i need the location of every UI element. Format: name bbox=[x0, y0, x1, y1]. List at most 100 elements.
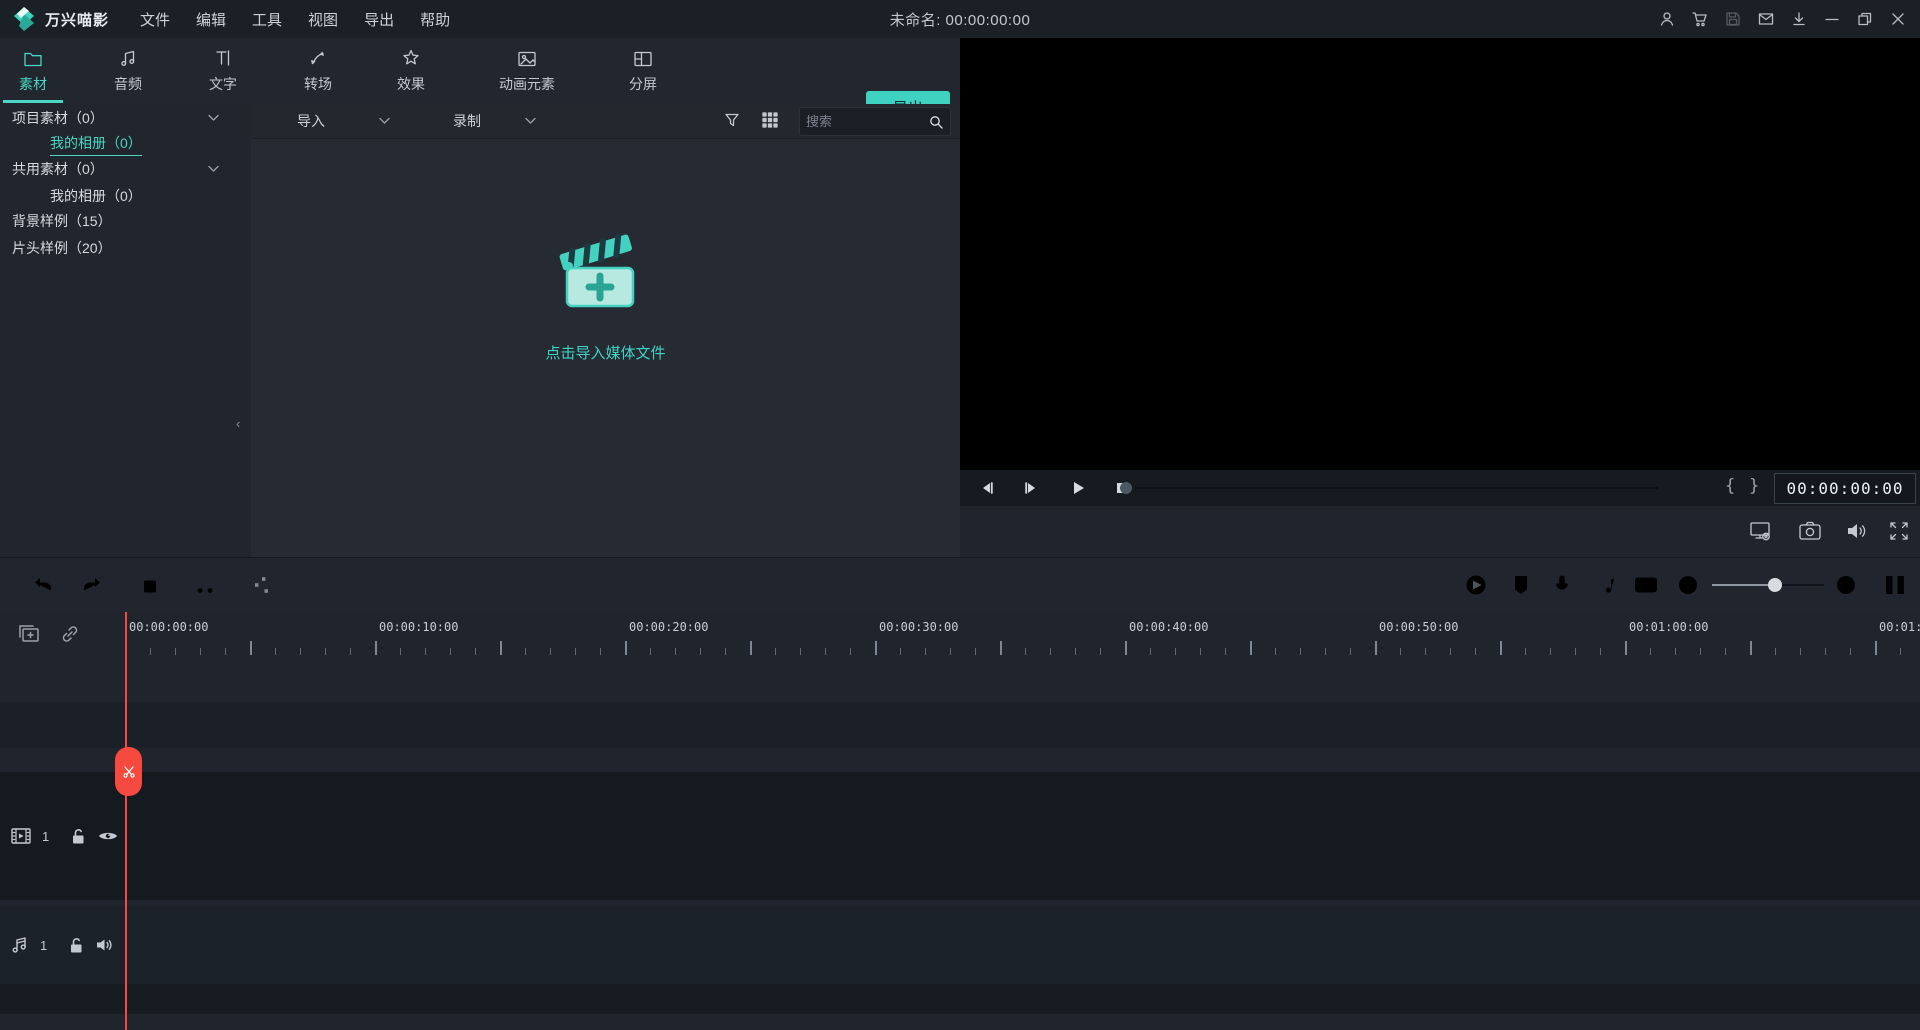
grid-view-icon[interactable] bbox=[761, 111, 779, 129]
zoom-in-icon[interactable] bbox=[1833, 572, 1859, 598]
timecode-display: 00:00:00:00 bbox=[1774, 473, 1916, 504]
zoom-out-icon[interactable] bbox=[1675, 572, 1701, 598]
cart-icon[interactable] bbox=[1690, 9, 1710, 29]
tab-elements[interactable]: 动画元素 bbox=[487, 46, 567, 100]
ruler-tick bbox=[1300, 648, 1301, 655]
previous-frame-icon[interactable] bbox=[974, 476, 998, 500]
tab-media[interactable]: 素材 bbox=[3, 46, 63, 103]
audio-mixer-icon[interactable] bbox=[1592, 572, 1618, 598]
ruler-tick bbox=[275, 648, 276, 655]
empty-state-text[interactable]: 点击导入媒体文件 bbox=[545, 342, 665, 363]
ruler-label: 00:01:10:00 bbox=[1879, 620, 1920, 634]
timeline-ruler[interactable]: 00:00:00:00 00:00:10:00 00:00:20:00 00:00:3… bbox=[125, 612, 1920, 658]
ruler-tick bbox=[375, 641, 377, 655]
filter-icon[interactable] bbox=[723, 111, 741, 129]
ruler-tick bbox=[1225, 648, 1226, 655]
play-icon[interactable] bbox=[1066, 476, 1090, 500]
seek-bar[interactable] bbox=[1134, 487, 1658, 489]
next-frame-icon[interactable] bbox=[1020, 476, 1044, 500]
ruler-tick bbox=[1500, 641, 1502, 655]
tab-text[interactable]: 文字 bbox=[193, 46, 253, 100]
effects-star-icon bbox=[401, 46, 421, 68]
zoom-slider[interactable] bbox=[1712, 578, 1824, 592]
ruler-tick bbox=[1025, 648, 1026, 655]
menu-export[interactable]: 导出 bbox=[364, 9, 394, 30]
adjust-icon[interactable] bbox=[248, 572, 274, 598]
menu-view[interactable]: 视图 bbox=[308, 9, 338, 30]
seek-handle[interactable] bbox=[1120, 482, 1132, 494]
voiceover-mic-icon[interactable] bbox=[1549, 572, 1575, 598]
zoom-slider-fill bbox=[1712, 584, 1774, 586]
ruler-tick bbox=[325, 648, 326, 655]
link-icon[interactable] bbox=[58, 622, 82, 646]
sidebar-item-shared-media[interactable]: 共用素材（0） bbox=[0, 156, 251, 182]
record-dropdown[interactable]: 录制 bbox=[453, 104, 481, 138]
add-clip-icon[interactable] bbox=[16, 622, 42, 646]
chevron-down-icon[interactable] bbox=[379, 117, 390, 125]
empty-media-state[interactable]: 点击导入媒体文件 bbox=[251, 224, 960, 363]
chevron-down-icon[interactable] bbox=[525, 117, 536, 125]
collapse-panel-icon[interactable]: ‹ bbox=[236, 416, 240, 431]
volume-icon[interactable] bbox=[1844, 518, 1870, 544]
tab-transitions[interactable]: 转场 bbox=[288, 46, 348, 100]
video-track-lane[interactable] bbox=[0, 772, 1920, 900]
redo-icon[interactable] bbox=[79, 572, 105, 598]
ruler-tick bbox=[1800, 648, 1801, 655]
mark-in-button[interactable]: { bbox=[1725, 476, 1735, 496]
sidebar-item-my-album-project[interactable]: 我的相册（0） bbox=[0, 131, 251, 157]
track-manager-icon[interactable] bbox=[1882, 572, 1908, 598]
sidebar-item-my-album-shared[interactable]: 我的相册（0） bbox=[0, 183, 251, 209]
tab-split-screen[interactable]: 分屏 bbox=[613, 46, 673, 100]
mail-icon[interactable] bbox=[1756, 9, 1776, 29]
download-icon[interactable] bbox=[1789, 9, 1809, 29]
marker-icon[interactable] bbox=[1508, 572, 1534, 598]
delete-icon[interactable] bbox=[137, 572, 163, 598]
sidebar-item-intro-samples[interactable]: 片头样例（20） bbox=[0, 235, 251, 261]
menu-tools[interactable]: 工具 bbox=[252, 9, 282, 30]
ruler-tick bbox=[350, 648, 351, 655]
sidebar-item-background-samples[interactable]: 背景样例（15） bbox=[0, 208, 251, 234]
tab-audio[interactable]: 音频 bbox=[98, 46, 158, 100]
speaker-icon[interactable] bbox=[95, 936, 115, 954]
clapperboard-import-icon[interactable] bbox=[554, 224, 658, 316]
display-settings-icon[interactable] bbox=[1748, 518, 1774, 544]
fit-timeline-icon[interactable] bbox=[1633, 572, 1659, 598]
menu-help[interactable]: 帮助 bbox=[420, 9, 450, 30]
snapshot-icon[interactable] bbox=[1797, 518, 1823, 544]
mark-out-button[interactable]: } bbox=[1749, 476, 1759, 496]
lock-open-icon[interactable] bbox=[69, 827, 87, 846]
ruler-tick bbox=[1100, 648, 1101, 655]
eye-icon[interactable] bbox=[97, 827, 119, 845]
render-preview-icon[interactable] bbox=[1463, 572, 1489, 598]
ruler-tick bbox=[300, 648, 301, 655]
ruler-tick bbox=[1525, 648, 1526, 655]
ruler-tick bbox=[1000, 641, 1002, 655]
app-logo: 万兴喵影 bbox=[12, 6, 109, 32]
zoom-slider-handle[interactable] bbox=[1768, 578, 1782, 592]
chevron-down-icon[interactable] bbox=[208, 114, 219, 122]
filmora-app: 万兴喵影 文件 编辑 工具 视图 导出 帮助 未命名: 00:00:00:00 bbox=[0, 0, 1920, 1030]
menu-file[interactable]: 文件 bbox=[140, 9, 170, 30]
menu-edit[interactable]: 编辑 bbox=[196, 9, 226, 30]
restore-icon[interactable] bbox=[1855, 9, 1875, 29]
audio-track-lane[interactable] bbox=[0, 906, 1920, 984]
ruler-tick bbox=[550, 648, 551, 655]
scissors-icon[interactable] bbox=[192, 572, 218, 598]
ruler-tick bbox=[1200, 648, 1201, 655]
playhead-scissors-handle[interactable] bbox=[115, 747, 142, 796]
close-icon[interactable] bbox=[1888, 9, 1908, 29]
tab-effects[interactable]: 效果 bbox=[381, 46, 441, 100]
chevron-down-icon[interactable] bbox=[208, 165, 219, 173]
playhead-line[interactable] bbox=[125, 612, 127, 1030]
ruler-tick bbox=[1550, 648, 1551, 655]
undo-icon[interactable] bbox=[30, 572, 56, 598]
minimize-icon[interactable] bbox=[1822, 9, 1842, 29]
user-icon[interactable] bbox=[1657, 9, 1677, 29]
fullscreen-icon[interactable] bbox=[1886, 518, 1912, 544]
sidebar-item-project-media[interactable]: 项目素材（0） bbox=[0, 105, 251, 131]
import-dropdown[interactable]: 导入 bbox=[297, 104, 325, 138]
lock-open-icon[interactable] bbox=[67, 936, 85, 955]
ruler-tick bbox=[475, 648, 476, 655]
search-input[interactable] bbox=[800, 114, 928, 129]
search-icon[interactable] bbox=[928, 114, 944, 130]
